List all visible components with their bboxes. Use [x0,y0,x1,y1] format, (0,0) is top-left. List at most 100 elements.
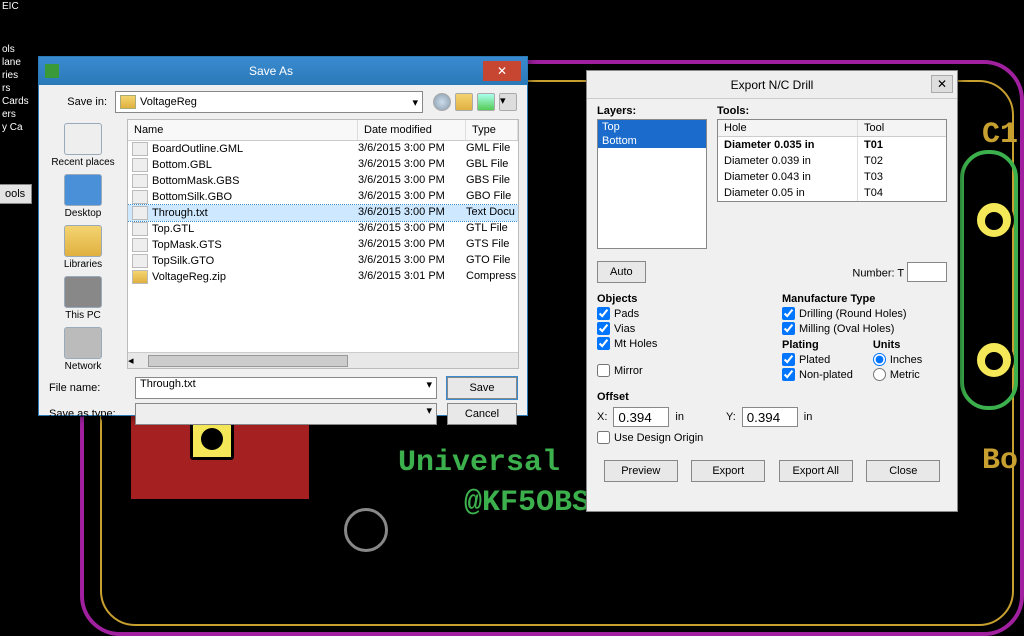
panel-item[interactable]: EIC [0,0,30,13]
file-row[interactable]: BoardOutline.GML3/6/2015 3:00 PMGML File [128,141,518,157]
file-icon [132,158,148,172]
layer-item[interactable]: Bottom [598,134,706,148]
place-network[interactable]: Network [45,327,121,372]
savein-dropdown[interactable]: VoltageReg ▾ [115,91,423,113]
filename-input[interactable]: Through.txt▾ [135,377,437,399]
chevron-down-icon[interactable]: ▾ [426,378,432,391]
title-text: Save As [59,64,483,78]
col-name[interactable]: Name [128,120,358,140]
plating-label: Plating [782,339,853,351]
app-icon [45,64,59,78]
inches-radio[interactable]: Inches [873,353,922,366]
vias-checkbox[interactable]: Vias [597,322,762,335]
offset-x-input[interactable] [613,407,669,427]
layers-label: Layers: [597,105,707,117]
file-row[interactable]: Through.txt3/6/2015 3:00 PMText Docu [128,205,518,221]
col-type[interactable]: Type [466,120,518,140]
file-icon [132,270,148,284]
nonplated-checkbox[interactable]: Non-plated [782,368,853,381]
savetype-label: Save as type: [49,408,135,420]
target-icon [344,508,388,552]
refdes: C1 [982,118,1018,152]
col-tool[interactable]: Tool [858,120,928,136]
close-icon[interactable]: ✕ [931,75,953,93]
panel-item[interactable]: ries [0,69,30,82]
titlebar[interactable]: Export N/C Drill ✕ [587,71,957,99]
folder-icon [120,95,136,109]
file-row[interactable]: Top.GTL3/6/2015 3:00 PMGTL File [128,221,518,237]
file-icon [132,206,148,220]
plated-checkbox[interactable]: Plated [782,353,853,366]
savein-value: VoltageReg [140,96,197,108]
file-row[interactable]: TopSilk.GTO3/6/2015 3:00 PMGTO File [128,253,518,269]
back-icon[interactable] [433,93,451,111]
file-icon [132,238,148,252]
panel-item[interactable]: ols [0,43,30,56]
hscrollbar[interactable]: ◂ [128,352,518,368]
up-folder-icon[interactable] [455,93,473,111]
tools-button[interactable]: ools [0,184,32,204]
place-thispc[interactable]: This PC [45,276,121,321]
offset-y-input[interactable] [742,407,798,427]
column-headers[interactable]: Name Date modified Type [128,120,518,141]
filename-label: File name: [49,382,135,394]
titlebar[interactable]: Save As ✕ [39,57,527,85]
file-row[interactable]: BottomMask.GBS3/6/2015 3:00 PMGBS File [128,173,518,189]
layers-listbox[interactable]: Top Bottom [597,119,707,249]
panel-item[interactable]: Cards [0,95,30,108]
layer-item[interactable]: Top [598,120,706,134]
offset-label: Offset [597,391,947,403]
mfgtype-label: Manufacture Type [782,293,947,305]
savein-label: Save in: [47,96,107,108]
scroll-thumb[interactable] [148,355,348,367]
panel-item[interactable]: rs [0,82,30,95]
place-libraries[interactable]: Libraries [45,225,121,270]
place-recent[interactable]: Recent places [45,123,121,168]
savetype-dropdown[interactable]: ▾ [135,403,437,425]
use-design-origin-checkbox[interactable]: Use Design Origin [597,431,947,444]
places-bar: Recent places Desktop Libraries This PC … [39,119,127,369]
x-label: X: [597,411,607,423]
place-desktop[interactable]: Desktop [45,174,121,219]
close-button[interactable]: Close [866,460,940,482]
col-hole[interactable]: Hole [718,120,858,136]
y-label: Y: [726,411,736,423]
auto-button[interactable]: Auto [597,261,646,283]
col-date[interactable]: Date modified [358,120,466,140]
left-panel: EIC ols lane ries rs Cards ers y Ca [0,0,30,586]
panel-item[interactable]: y Ca [0,121,30,134]
tools-table[interactable]: HoleTool Diameter 0.035 inT01 Diameter 0… [717,119,947,202]
view-menu-icon[interactable]: ▾ [499,93,517,111]
chevron-down-icon[interactable]: ▾ [426,404,432,417]
tools-label: Tools: [717,105,947,117]
drilling-checkbox[interactable]: Drilling (Round Holes) [782,307,947,320]
chevron-down-icon: ▾ [412,96,418,109]
new-folder-icon[interactable] [477,93,495,111]
mirror-checkbox[interactable]: Mirror [597,364,762,377]
file-list[interactable]: Name Date modified Type BoardOutline.GML… [127,119,519,369]
mtholes-checkbox[interactable]: Mt Holes [597,337,762,350]
pads-checkbox[interactable]: Pads [597,307,762,320]
refdes: Bo [982,444,1018,478]
file-row[interactable]: Bottom.GBL3/6/2015 3:00 PMGBL File [128,157,518,173]
file-row[interactable]: VoltageReg.zip3/6/2015 3:01 PMCompress [128,269,518,285]
number-input[interactable] [907,262,947,282]
save-button[interactable]: Save [447,377,517,399]
cancel-button[interactable]: Cancel [447,403,517,425]
preview-button[interactable]: Preview [604,460,678,482]
file-row[interactable]: BottomSilk.GBO3/6/2015 3:00 PMGBO File [128,189,518,205]
file-row[interactable]: TopMask.GTS3/6/2015 3:00 PMGTS File [128,237,518,253]
exportall-button[interactable]: Export All [779,460,853,482]
units-label: Units [873,339,922,351]
objects-label: Objects [597,293,762,305]
panel-item[interactable]: lane [0,56,30,69]
metric-radio[interactable]: Metric [873,368,922,381]
export-button[interactable]: Export [691,460,765,482]
title-text: Export N/C Drill [731,78,814,92]
file-icon [132,222,148,236]
close-icon[interactable]: ✕ [483,61,521,81]
save-as-dialog: Save As ✕ Save in: VoltageReg ▾ ▾ Recent… [38,56,528,416]
export-ncdrill-dialog: Export N/C Drill ✕ Layers: Top Bottom To… [586,70,958,512]
panel-item[interactable]: ers [0,108,30,121]
milling-checkbox[interactable]: Milling (Oval Holes) [782,322,947,335]
